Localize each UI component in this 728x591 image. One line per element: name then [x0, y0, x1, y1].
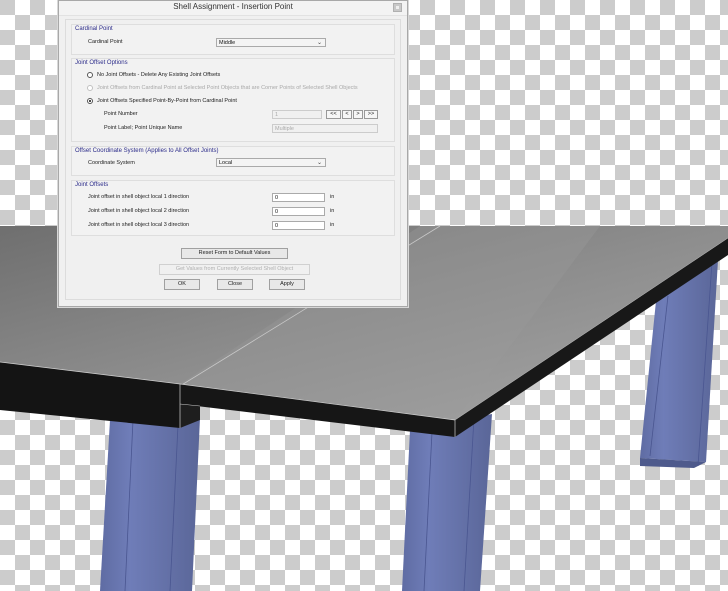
- joint-offset-1-unit: in: [330, 194, 335, 200]
- radio-offsets-from-cardinal-point: [87, 85, 93, 91]
- previous-point-button[interactable]: <: [342, 110, 352, 119]
- joint-offset-options-group: Joint Offset Options No Joint Offsets - …: [71, 58, 395, 142]
- apply-button[interactable]: Apply: [269, 279, 305, 290]
- offset-coordinate-system-group-title: Offset Coordinate System (Applies to All…: [75, 148, 219, 154]
- radio-no-joint-offsets-label[interactable]: No Joint Offsets - Delete Any Existing J…: [97, 72, 220, 78]
- coordinate-system-label: Coordinate System: [88, 160, 135, 166]
- reset-form-button[interactable]: Reset Form to Default Values: [181, 248, 288, 259]
- radio-no-joint-offsets[interactable]: [87, 72, 93, 78]
- radio-offsets-point-by-point-label[interactable]: Joint Offsets Specified Point-By-Point f…: [97, 98, 237, 104]
- radio-offsets-from-cardinal-point-label: Joint Offsets from Cardinal Point at Sel…: [97, 85, 358, 91]
- joint-offset-2-field[interactable]: 0: [272, 207, 325, 216]
- point-label-label: Point Label; Point Unique Name: [104, 125, 183, 131]
- point-label-field: Multiple: [272, 124, 378, 133]
- first-point-button[interactable]: <<: [326, 110, 341, 119]
- point-number-field: 1: [272, 110, 322, 119]
- cardinal-point-label: Cardinal Point: [88, 39, 123, 45]
- point-navigation: << < > >>: [326, 110, 378, 119]
- joint-offsets-group: Joint Offsets Joint offset in shell obje…: [71, 180, 395, 236]
- point-number-label: Point Number: [104, 111, 138, 117]
- get-values-button: Get Values from Currently Selected Shell…: [159, 264, 310, 275]
- column-front-left: [100, 418, 200, 591]
- coordinate-system-value: Local: [219, 160, 233, 166]
- coordinate-system-select[interactable]: Local ⌄: [216, 158, 326, 167]
- chevron-down-icon: ⌄: [316, 160, 322, 166]
- dialog-title: Shell Assignment - Insertion Point: [173, 2, 293, 11]
- shell-assignment-dialog: Shell Assignment - Insertion Point Cardi…: [58, 0, 408, 307]
- joint-offset-options-group-title: Joint Offset Options: [75, 60, 128, 66]
- close-icon[interactable]: [393, 3, 402, 12]
- joint-offsets-group-title: Joint Offsets: [75, 182, 109, 188]
- radio-offsets-point-by-point[interactable]: [87, 98, 93, 104]
- joint-offset-3-unit: in: [330, 222, 335, 228]
- cardinal-point-group-title: Cardinal Point: [75, 26, 113, 32]
- joint-offset-2-unit: in: [330, 208, 335, 214]
- next-point-button[interactable]: >: [353, 110, 363, 119]
- cardinal-point-group: Cardinal Point Cardinal Point Middle ⌄: [71, 24, 395, 55]
- close-button[interactable]: Close: [217, 279, 253, 290]
- joint-offset-3-label: Joint offset in shell object local 3 dir…: [88, 222, 190, 228]
- joint-offset-3-field[interactable]: 0: [272, 221, 325, 230]
- joint-offset-1-label: Joint offset in shell object local 1 dir…: [88, 194, 190, 200]
- joint-offset-1-field[interactable]: 0: [272, 193, 325, 202]
- ok-button[interactable]: OK: [164, 279, 200, 290]
- dialog-titlebar[interactable]: Shell Assignment - Insertion Point: [59, 1, 407, 16]
- last-point-button[interactable]: >>: [364, 110, 378, 119]
- chevron-down-icon: ⌄: [316, 40, 322, 46]
- joint-offset-2-label: Joint offset in shell object local 2 dir…: [88, 208, 190, 214]
- cardinal-point-value: Middle: [219, 40, 236, 46]
- offset-coordinate-system-group: Offset Coordinate System (Applies to All…: [71, 146, 395, 176]
- column-front-right: [402, 414, 492, 591]
- cardinal-point-select[interactable]: Middle ⌄: [216, 38, 326, 47]
